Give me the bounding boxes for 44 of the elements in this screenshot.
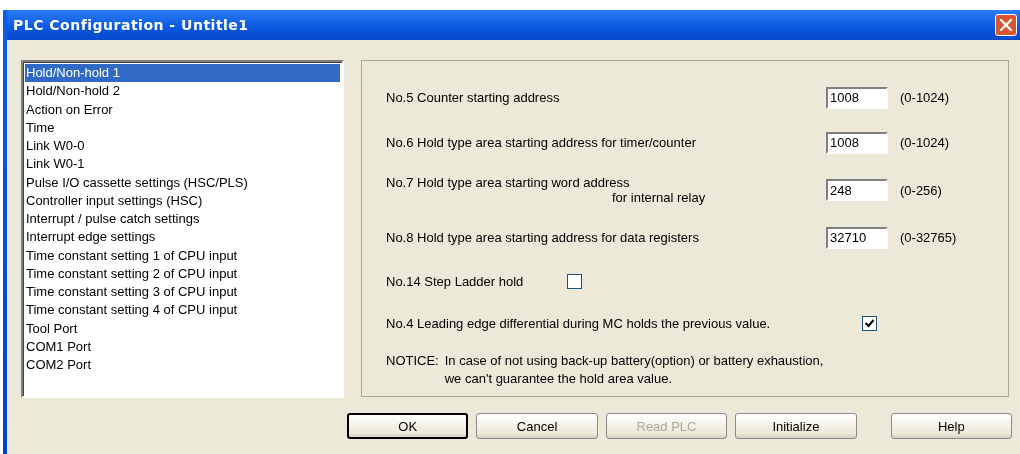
setting-label: No.8 Hold type area starting address for data registers [386,230,700,245]
category-item[interactable]: Controller input settings (HSC) [25,191,340,210]
window-title: PLC Configuration - Untitle1 [13,17,249,33]
notice-text: In case of not using back-up battery(option) or battery exhaustion, we can't guarantee the hold area value. [444,352,824,388]
address-input[interactable]: 1008 [826,131,888,154]
setting-label: for internal relay [611,190,707,205]
dialog-button[interactable]: Help [890,413,1012,439]
range-label: (0-1024) [900,90,950,105]
setting-label: No.6 Hold type area starting address for timer/counter [386,135,697,150]
dialog-button[interactable]: Initialize [735,413,857,439]
dialog-button[interactable]: OK [347,413,469,439]
category-item[interactable]: Interrupt edge settings [25,228,340,247]
category-item[interactable]: Time constant setting 3 of CPU input [25,283,340,302]
setting-label: No.14 Step Ladder hold [386,273,524,289]
category-item[interactable]: Hold/Non-hold 1 [25,64,340,83]
category-item[interactable]: Tool Port [25,319,340,338]
category-item[interactable]: Hold/Non-hold 2 [25,82,340,101]
category-item[interactable]: COM1 Port [25,337,340,356]
range-label: (0-32765) [900,230,957,245]
address-input[interactable]: 32710 [826,226,888,249]
category-item[interactable]: Time [25,118,340,137]
address-input[interactable]: 248 [826,179,888,201]
checkbox[interactable] [567,273,583,289]
notice-heading: NOTICE: [386,352,439,370]
checkbox[interactable] [862,315,878,331]
category-item[interactable]: Action on Error [25,100,340,119]
setting-label: No.7 Hold type area starting word address [386,175,631,190]
category-item[interactable]: Time constant setting 4 of CPU input [25,301,340,320]
close-icon [999,18,1013,32]
category-item[interactable]: Time constant setting 2 of CPU input [25,264,340,283]
dialog-button[interactable]: Cancel [476,413,598,439]
close-button[interactable] [995,14,1017,36]
category-item[interactable]: Interrupt / pulse catch settings [25,210,340,229]
check-icon [864,317,876,329]
setting-label: No.5 Counter starting address [386,90,561,105]
range-label: (0-1024) [900,135,950,150]
category-item[interactable]: Link W0-1 [25,155,340,174]
category-item[interactable]: Pulse I/O cassette settings (HSC/PLS) [25,173,340,192]
category-item[interactable]: COM2 Port [25,356,340,375]
setting-label: No.4 Leading edge differential during MC holds the previous value. [386,315,771,331]
category-item[interactable]: Time constant setting 1 of CPU input [25,246,340,265]
range-label: (0-256) [900,182,942,198]
address-input[interactable]: 1008 [826,86,888,109]
category-item[interactable]: Link W0-0 [25,137,340,156]
